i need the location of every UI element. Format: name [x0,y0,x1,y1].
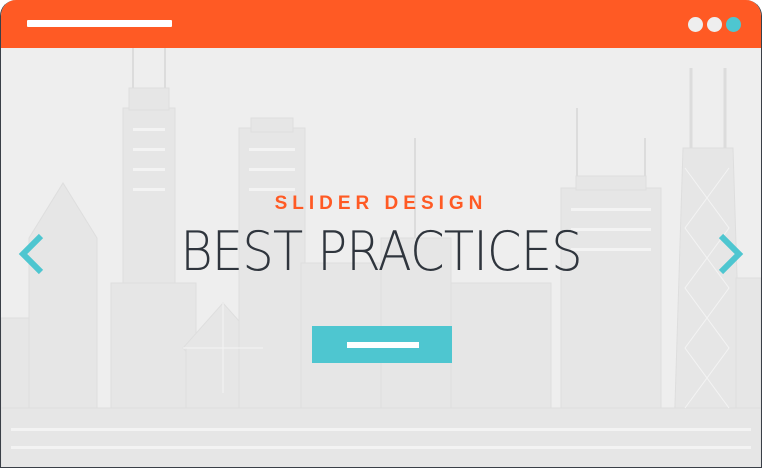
chevron-right-icon [718,233,744,275]
window-dot-1[interactable] [688,17,703,32]
window-controls [688,17,741,32]
title-placeholder-bar [27,20,172,27]
slider: SLIDER DESIGN BEST PRACTICES [1,48,761,467]
title-bar [1,0,761,48]
window-dot-3[interactable] [726,17,741,32]
slide-headline: BEST PRACTICES [180,220,583,283]
cta-label-placeholder [347,342,419,348]
window-dot-2[interactable] [707,17,722,32]
cta-button[interactable] [312,326,452,363]
next-slide-button[interactable] [711,232,747,276]
browser-window: SLIDER DESIGN BEST PRACTICES [0,0,762,468]
slide-eyebrow: SLIDER DESIGN [274,193,488,214]
